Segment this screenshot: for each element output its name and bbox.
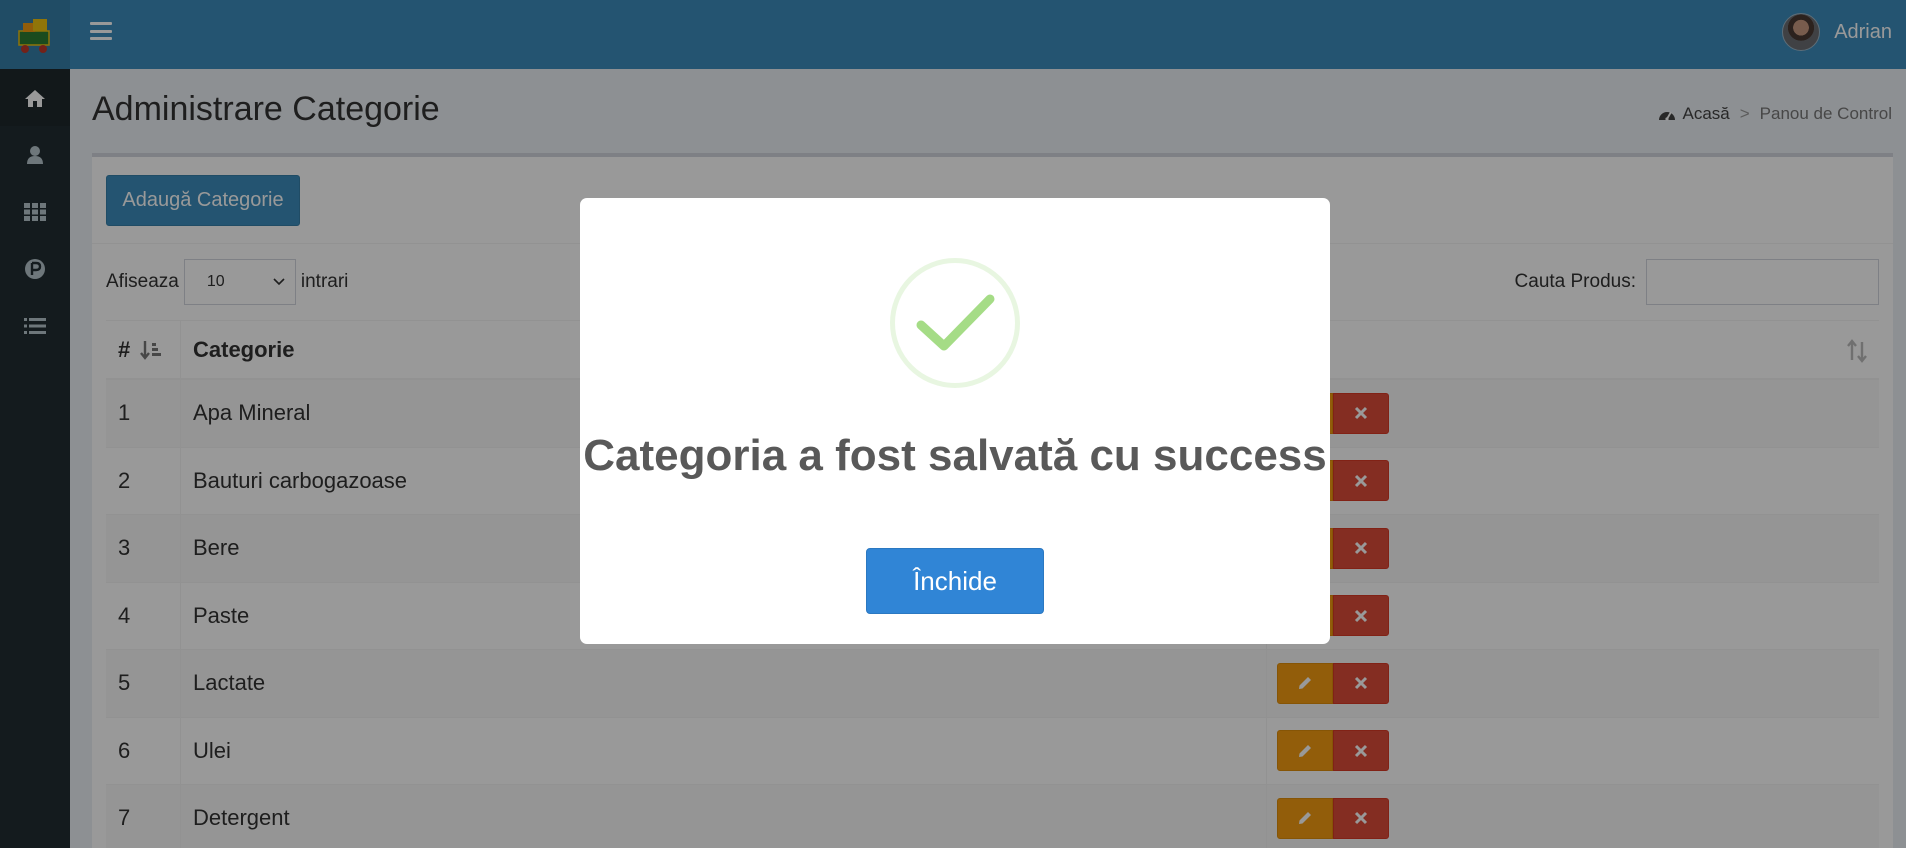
modal-close-button[interactable]: Închide	[866, 548, 1044, 614]
success-check-icon	[890, 258, 1020, 388]
success-modal: Categoria a fost salvată cu success Înch…	[580, 198, 1330, 644]
checkmark-icon	[916, 294, 995, 351]
modal-title: Categoria a fost salvată cu success	[583, 431, 1327, 480]
